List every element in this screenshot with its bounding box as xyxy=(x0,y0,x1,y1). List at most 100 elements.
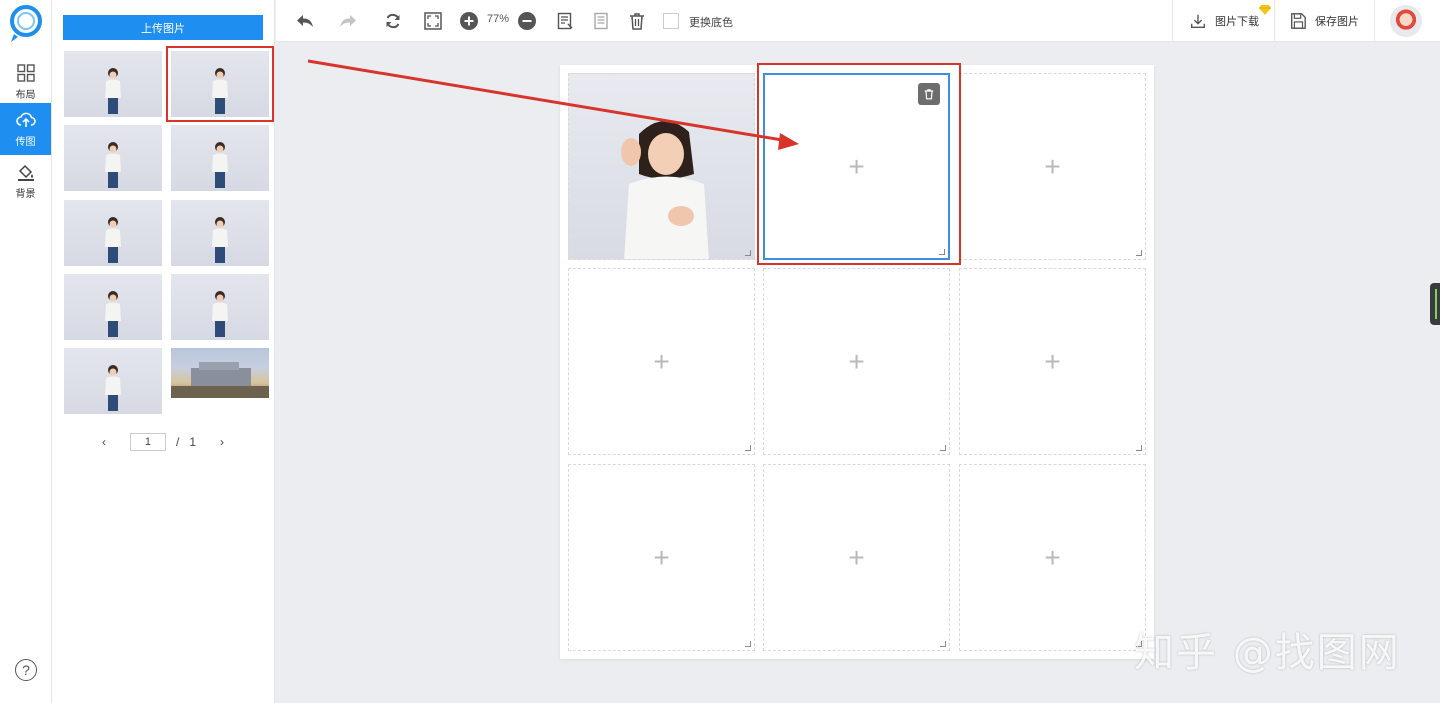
resize-handle-icon[interactable] xyxy=(745,445,751,451)
zoom-out-button[interactable] xyxy=(515,0,539,42)
resize-handle-icon[interactable] xyxy=(940,641,946,647)
add-image-plus-icon: + xyxy=(653,345,670,377)
zoom-in-icon xyxy=(460,12,478,30)
rail-item-background[interactable]: 背景 xyxy=(0,155,51,207)
paint-bucket-icon xyxy=(17,164,34,181)
collage-cell[interactable]: + xyxy=(959,464,1146,651)
upload-image-button[interactable]: 上传图片 xyxy=(63,15,263,40)
collage-cell[interactable]: + xyxy=(763,464,950,651)
rail-item-label: 背景 xyxy=(15,189,36,200)
toolbar-divider xyxy=(1172,0,1173,42)
resize-handle-icon[interactable] xyxy=(1136,250,1142,256)
grid-icon xyxy=(16,64,35,82)
collage-cell[interactable] xyxy=(568,73,755,260)
resize-handle-icon[interactable] xyxy=(1136,445,1142,451)
add-image-plus-icon: + xyxy=(1044,541,1061,573)
delete-button[interactable] xyxy=(625,0,649,42)
undo-icon xyxy=(297,15,313,27)
cell-delete-button[interactable] xyxy=(918,83,940,105)
collage-cell[interactable]: + xyxy=(763,268,950,455)
photo-girl-figure xyxy=(212,217,228,263)
side-handle-tab[interactable] xyxy=(1430,283,1440,325)
toolbar-divider xyxy=(1274,0,1275,42)
cloud-upload-icon xyxy=(15,112,36,127)
save-icon xyxy=(1291,13,1306,29)
zoom-out-icon xyxy=(518,12,536,30)
fit-screen-button[interactable] xyxy=(420,0,446,42)
collage-cell[interactable]: + xyxy=(763,73,950,260)
thumbnail-girl[interactable] xyxy=(64,125,162,191)
save-image-button[interactable]: 保存图片 xyxy=(1289,0,1359,42)
refresh-icon xyxy=(386,13,400,29)
change-bg-checkbox[interactable] xyxy=(663,13,679,29)
resize-handle-icon[interactable] xyxy=(939,249,945,255)
add-image-plus-icon: + xyxy=(848,541,865,573)
resize-handle-icon[interactable] xyxy=(745,641,751,647)
collage-cell[interactable]: + xyxy=(568,464,755,651)
toolbar-divider xyxy=(1374,0,1375,42)
rail-item-label: 传图 xyxy=(15,137,36,148)
trash-icon xyxy=(924,89,934,100)
prev-page-button[interactable]: ‹ xyxy=(88,435,120,449)
thumbnail-girl[interactable] xyxy=(171,274,269,340)
copy-button[interactable] xyxy=(589,0,613,42)
collage-canvas: + + + + + + + + xyxy=(560,65,1154,659)
photo-girl-figure xyxy=(105,68,121,114)
redo-button[interactable] xyxy=(335,0,361,42)
download-label: 图片下载 xyxy=(1215,16,1259,28)
help-icon[interactable]: ? xyxy=(15,659,37,681)
trash-icon xyxy=(630,13,644,30)
zoom-in-button[interactable] xyxy=(457,0,481,42)
photo-landscape-building xyxy=(171,362,269,398)
add-image-plus-icon: + xyxy=(848,150,865,182)
thumbnail-landscape[interactable] xyxy=(171,348,269,398)
add-image-plus-icon: + xyxy=(653,541,670,573)
next-page-button[interactable]: › xyxy=(206,435,238,449)
top-toolbar: 77% 更换底色 图片下载 保存图片 xyxy=(276,0,1440,42)
thumbnail-girl[interactable] xyxy=(166,46,274,122)
photo-girl-figure xyxy=(105,365,121,411)
download-icon xyxy=(1191,14,1205,28)
collage-cell[interactable]: + xyxy=(959,73,1146,260)
add-image-plus-icon: + xyxy=(848,345,865,377)
page-number-input[interactable]: 1 xyxy=(129,433,166,451)
user-avatar[interactable] xyxy=(1390,5,1422,37)
page-separator: / xyxy=(175,435,180,449)
image-download-button[interactable]: 图片下载 xyxy=(1189,0,1259,42)
pagination: ‹ 1 / 1 › xyxy=(52,433,274,451)
save-label: 保存图片 xyxy=(1315,16,1359,28)
thumbnail-girl[interactable] xyxy=(64,200,162,266)
add-image-plus-icon: + xyxy=(1044,150,1061,182)
photo-girl-figure xyxy=(105,142,121,188)
resize-handle-icon[interactable] xyxy=(940,445,946,451)
change-bg-label: 更换底色 xyxy=(689,17,733,29)
app-logo-icon[interactable] xyxy=(8,4,44,44)
refresh-button[interactable] xyxy=(380,0,406,42)
photo-girl-figure xyxy=(212,68,228,114)
fit-screen-icon xyxy=(424,12,442,30)
thumbnail-girl[interactable] xyxy=(64,348,162,414)
photo-girl-large xyxy=(621,120,709,259)
resize-handle-icon[interactable] xyxy=(745,250,751,256)
rail-item-layout[interactable]: 布局 xyxy=(0,56,51,108)
rail-item-upload[interactable]: 传图 xyxy=(0,103,51,155)
thumbnail-girl[interactable] xyxy=(171,200,269,266)
watermark-text: 知乎 @找图网 xyxy=(1134,630,1401,676)
left-rail: 布局 传图 背景 ? xyxy=(0,0,52,703)
page-total: 1 xyxy=(189,435,197,449)
photo-girl-figure xyxy=(212,291,228,337)
thumbnail-girl[interactable] xyxy=(64,274,162,340)
collage-cell[interactable]: + xyxy=(959,268,1146,455)
rail-item-label: 布局 xyxy=(15,90,36,101)
zoom-level: 77% xyxy=(487,13,510,25)
add-image-plus-icon: + xyxy=(1044,345,1061,377)
copy-icon xyxy=(594,12,608,30)
thumbnail-girl[interactable] xyxy=(64,51,162,117)
photo-girl-figure xyxy=(105,291,121,337)
edit-note-button[interactable] xyxy=(553,0,577,42)
vip-gem-icon xyxy=(1259,5,1271,15)
photo-girl-figure xyxy=(105,217,121,263)
collage-cell[interactable]: + xyxy=(568,268,755,455)
undo-button[interactable] xyxy=(292,0,318,42)
thumbnail-girl[interactable] xyxy=(171,125,269,191)
